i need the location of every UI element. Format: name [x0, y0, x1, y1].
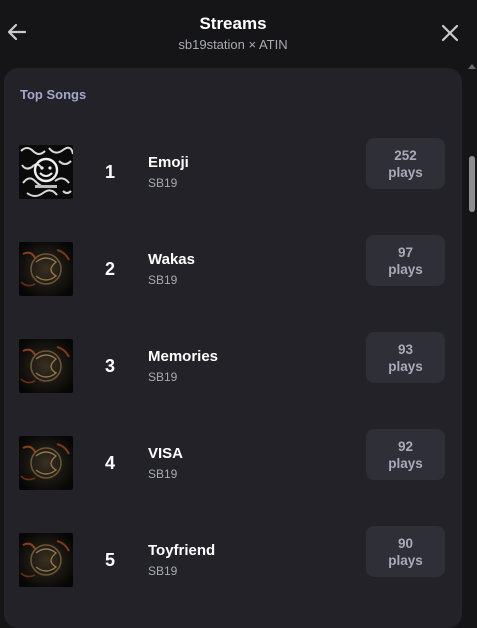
plays-badge: 90 plays [366, 526, 445, 577]
plays-count: 93 [397, 341, 414, 357]
page-subtitle: sb19station × ATIN [178, 37, 288, 52]
plays-badge: 252 plays [366, 138, 445, 189]
song-row[interactable]: 5 Toyfriend SB19 90 plays [4, 526, 462, 593]
plays-label: plays [388, 164, 423, 180]
song-artist: SB19 [148, 564, 178, 578]
song-rank: 5 [104, 550, 115, 570]
song-row[interactable]: 1 Emoji SB19 252 plays [4, 138, 462, 205]
plays-count: 90 [397, 535, 414, 551]
page-title: Streams [199, 14, 267, 33]
plays-badge: 97 plays [366, 235, 445, 286]
song-title: VISA [148, 445, 184, 462]
song-title: Wakas [148, 251, 195, 268]
song-title: Memories [148, 348, 219, 365]
scrollbar[interactable] [466, 60, 477, 607]
album-cover [19, 339, 73, 393]
plays-badge: 93 plays [366, 332, 445, 383]
song-title: Toyfriend [148, 542, 216, 559]
song-rank: 1 [104, 162, 115, 182]
plays-label: plays [388, 455, 423, 471]
song-artist: SB19 [148, 176, 178, 190]
song-row[interactable]: 2 Wakas SB19 97 plays [4, 235, 462, 302]
song-artist: SB19 [148, 467, 178, 481]
song-artist: SB19 [148, 273, 178, 287]
plays-count: 97 [397, 244, 414, 260]
plays-count: 92 [397, 438, 414, 454]
plays-label: plays [388, 552, 423, 568]
plays-label: plays [388, 358, 423, 374]
close-button[interactable] [439, 21, 461, 45]
close-icon [441, 24, 459, 42]
section-title: Top Songs [20, 87, 87, 102]
top-songs-panel: Top Songs 1 Emoji SB19 252 plays 2 Wakas… [4, 68, 462, 628]
song-title: Emoji [148, 154, 189, 171]
header: Streams sb19station × ATIN [0, 0, 477, 66]
album-cover [19, 242, 73, 296]
plays-count: 252 [394, 147, 417, 163]
scroll-up-arrow-icon[interactable] [468, 64, 476, 69]
emoji-cover [19, 145, 73, 199]
song-rank: 2 [104, 259, 115, 279]
album-cover [19, 436, 73, 490]
plays-label: plays [388, 261, 423, 277]
song-row[interactable]: 3 Memories SB19 93 plays [4, 332, 462, 399]
song-artist: SB19 [148, 370, 178, 384]
scrollbar-thumb[interactable] [469, 156, 475, 212]
song-rank: 3 [104, 356, 115, 376]
song-row[interactable]: 4 VISA SB19 92 plays [4, 429, 462, 496]
plays-badge: 92 plays [366, 429, 445, 480]
song-rank: 4 [104, 453, 115, 473]
album-cover [19, 533, 73, 587]
